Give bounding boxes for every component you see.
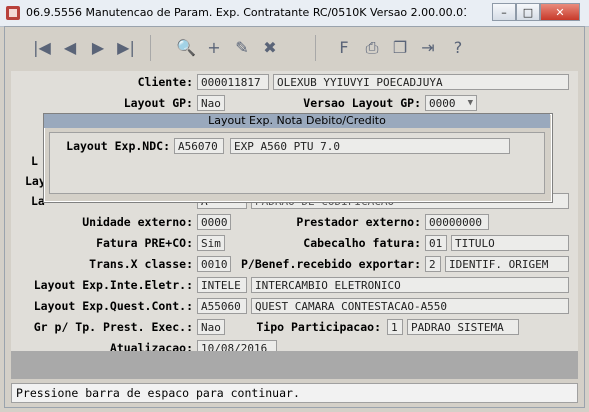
tipo-code-field[interactable]: 1 bbox=[387, 319, 403, 335]
button-band bbox=[11, 351, 578, 379]
cabecalho-label: Cabecalho fatura: bbox=[303, 236, 421, 250]
toolbar-separator bbox=[315, 35, 316, 61]
inte-label: Layout Exp.Inte.Eletr.: bbox=[33, 278, 193, 292]
fatura-field[interactable]: Sim bbox=[197, 235, 225, 251]
filter-icon[interactable]: F bbox=[331, 35, 357, 61]
cabecalho-code-field[interactable]: 01 bbox=[425, 235, 447, 251]
tipo-name-field: PADRAO SISTEMA bbox=[407, 319, 519, 335]
quest-code-field[interactable]: A55060 bbox=[197, 298, 247, 314]
versao-layout-label: Versao Layout GP: bbox=[303, 96, 421, 110]
cliente-name-field: OLEXUB YYIUVYI POECADJUYA bbox=[273, 74, 569, 90]
quest-name-field: QUEST CAMARA CONTESTACAO-A550 bbox=[251, 298, 569, 314]
modal-body: Layout Exp.NDC: A56070 EXP A560 PTU 7.0 bbox=[49, 132, 545, 194]
fatura-label: Fatura PRE+CO: bbox=[96, 236, 193, 250]
toolbar-separator bbox=[150, 35, 151, 61]
layout-ndc-code-field[interactable]: A56070 bbox=[174, 138, 224, 154]
quest-label: Layout Exp.Quest.Cont.: bbox=[33, 299, 193, 313]
edit-icon[interactable]: ✎ bbox=[229, 35, 255, 61]
benef-code-field[interactable]: 2 bbox=[425, 256, 441, 272]
next-record-icon[interactable]: ▶ bbox=[85, 35, 111, 61]
previous-record-icon[interactable]: ◀ bbox=[57, 35, 83, 61]
trans-field[interactable]: 0010 bbox=[197, 256, 231, 272]
gr-field[interactable]: Nao bbox=[197, 319, 225, 335]
add-icon[interactable]: + bbox=[201, 35, 227, 61]
toolbar: |◀ ◀ ▶ ▶| 🔍 + ✎ ✖ F ⎙ ❐ ⇥ ? bbox=[5, 27, 584, 69]
unidade-field[interactable]: 0000 bbox=[197, 214, 231, 230]
layout-gp-label: Layout GP: bbox=[123, 96, 193, 110]
cliente-code-field[interactable]: 000011817 bbox=[197, 74, 269, 90]
window-title: 06.9.5556 Manutencao de Param. Exp. Cont… bbox=[26, 6, 466, 19]
last-record-icon[interactable]: ▶| bbox=[113, 35, 139, 61]
trans-label: Trans.X classe: bbox=[89, 257, 193, 271]
help-icon[interactable]: ? bbox=[445, 35, 471, 61]
layout-gp-field[interactable]: Nao bbox=[197, 95, 225, 111]
inte-name-field: INTERCAMBIO ELETRONICO bbox=[251, 277, 569, 293]
cliente-label: Cliente: bbox=[137, 75, 193, 89]
chevron-down-icon[interactable]: ▼ bbox=[468, 96, 473, 110]
layout-ndc-name-field: EXP A560 PTU 7.0 bbox=[230, 138, 510, 154]
versao-layout-value: 0000 bbox=[429, 97, 456, 110]
modal-dialog: Layout Exp. Nota Debito/Credito Layout E… bbox=[43, 113, 553, 203]
print-icon[interactable]: ⎙ bbox=[359, 35, 385, 61]
close-button[interactable]: ✕ bbox=[540, 3, 580, 21]
versao-layout-dropdown[interactable]: 0000 ▼ bbox=[425, 95, 477, 111]
title-bar: 06.9.5556 Manutencao de Param. Exp. Cont… bbox=[0, 0, 589, 27]
exit-icon[interactable]: ⇥ bbox=[415, 35, 441, 61]
benef-name-field: IDENTIF. ORIGEM bbox=[445, 256, 569, 272]
first-record-icon[interactable]: |◀ bbox=[29, 35, 55, 61]
layout-ndc-label: Layout Exp.NDC: bbox=[66, 139, 170, 153]
gr-label: Gr p/ Tp. Prest. Exec.: bbox=[33, 320, 193, 334]
inte-code-field[interactable]: INTELE bbox=[197, 277, 247, 293]
prestador-field[interactable]: 00000000 bbox=[425, 214, 489, 230]
benef-label: P/Benef.recebido exportar: bbox=[240, 257, 421, 271]
prestador-label: Prestador externo: bbox=[296, 215, 421, 229]
main-frame: |◀ ◀ ▶ ▶| 🔍 + ✎ ✖ F ⎙ ❐ ⇥ ? Cliente: 000… bbox=[4, 26, 585, 408]
search-icon[interactable]: 🔍 bbox=[173, 35, 199, 61]
minimize-button[interactable]: – bbox=[492, 3, 516, 21]
app-icon bbox=[6, 6, 20, 20]
tipo-participacao-label: Tipo Participacao: bbox=[256, 320, 381, 334]
maximize-button[interactable]: □ bbox=[516, 3, 540, 21]
cabecalho-name-field: TITULO bbox=[451, 235, 569, 251]
status-bar: Pressione barra de espaco para continuar… bbox=[11, 383, 578, 403]
unidade-label: Unidade externo: bbox=[82, 215, 193, 229]
copy-icon[interactable]: ❐ bbox=[387, 35, 413, 61]
modal-title: Layout Exp. Nota Debito/Credito bbox=[44, 114, 550, 128]
delete-icon[interactable]: ✖ bbox=[257, 35, 283, 61]
